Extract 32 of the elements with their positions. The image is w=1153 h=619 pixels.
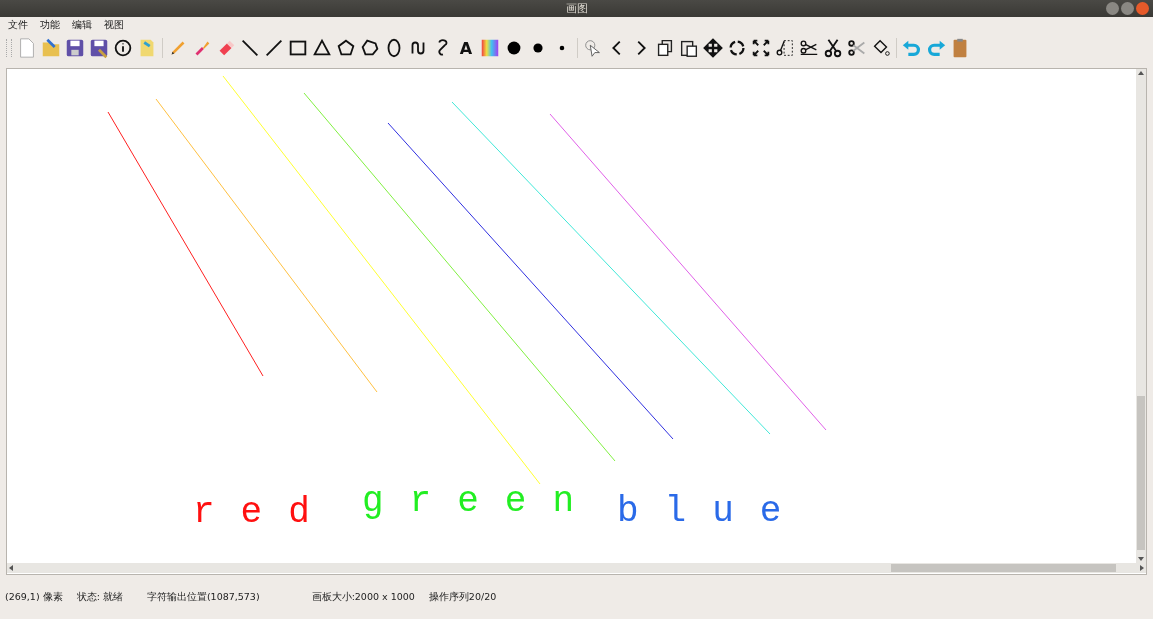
vertical-scrollbar[interactable] <box>1136 69 1146 563</box>
info-icon[interactable] <box>112 37 134 59</box>
scissors-icon[interactable] <box>846 37 868 59</box>
gradient-icon[interactable] <box>479 37 501 59</box>
line-icon[interactable] <box>263 37 285 59</box>
status-text: 画板大小:2000 x 1000 <box>311 590 415 604</box>
menu-item[interactable]: 文件 <box>2 18 34 32</box>
text-tool-button[interactable]: A <box>455 37 477 59</box>
minimize-button[interactable] <box>1106 2 1119 15</box>
status-text: 操作序列20/20 <box>428 590 497 604</box>
close-button[interactable] <box>1136 2 1149 15</box>
menu-item[interactable]: 视图 <box>98 18 130 32</box>
menu-item[interactable]: 编辑 <box>66 18 98 32</box>
scroll-right-icon[interactable] <box>1140 565 1144 571</box>
status-text: 字符输出位置(1087,573) <box>146 590 260 604</box>
canvas-text: blue <box>617 491 808 532</box>
canvas-text: red <box>193 492 336 533</box>
window-title: 画图 <box>565 1 588 16</box>
status-text: (269,1) 像素 <box>5 590 63 604</box>
canvas-text: green <box>362 481 601 522</box>
scissors-icon[interactable] <box>822 37 844 59</box>
line-icon[interactable] <box>239 37 261 59</box>
selection-cut-icon[interactable] <box>774 37 796 59</box>
fullscreen-icon[interactable] <box>750 37 772 59</box>
folder-icon[interactable] <box>40 37 62 59</box>
menu-item[interactable]: 功能 <box>34 18 66 32</box>
status-text: 状态: 就绪 <box>76 590 123 604</box>
horizontal-scrollbar[interactable] <box>7 563 1146 573</box>
save-as-icon[interactable] <box>88 37 110 59</box>
save-icon[interactable] <box>64 37 86 59</box>
maximize-button[interactable] <box>1121 2 1134 15</box>
scroll-up-icon[interactable] <box>1138 71 1144 75</box>
